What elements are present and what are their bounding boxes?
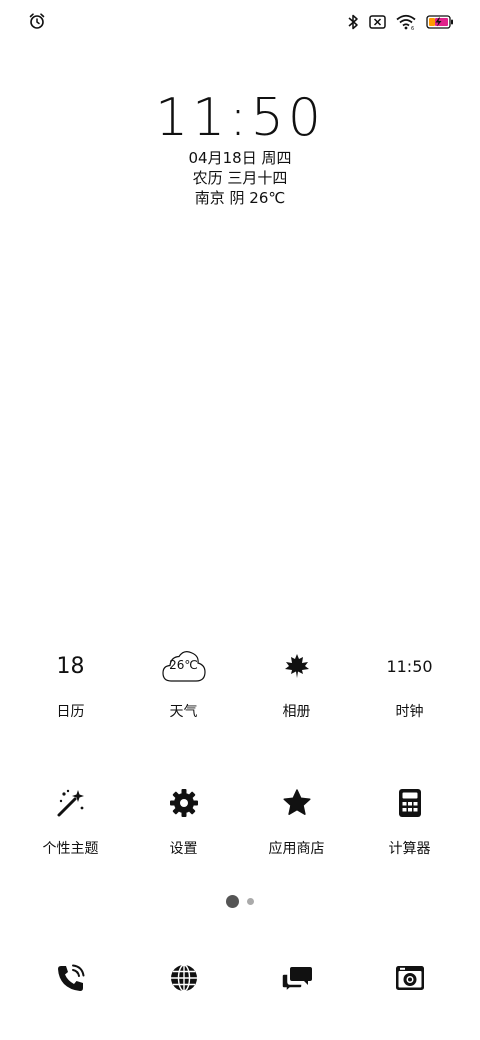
page-indicator[interactable] — [0, 895, 480, 908]
weather-cloud-icon: 26℃ — [127, 638, 240, 694]
page-dot-active[interactable] — [226, 895, 239, 908]
clock-widget[interactable]: 11:50 04月18日 周四 农历 三月十四 南京 阴 26℃ — [0, 88, 480, 208]
weather-temp-text: 26℃ — [169, 658, 198, 672]
app-label: 天气 — [169, 704, 198, 720]
app-label: 时钟 — [395, 704, 424, 720]
clock-lunar-date: 农历 三月十四 — [192, 169, 288, 187]
app-calendar[interactable]: 18 日历 — [14, 638, 127, 775]
bluetooth-icon — [347, 13, 359, 31]
app-calculator[interactable]: 计算器 — [353, 775, 466, 912]
calendar-day-text: 18 — [56, 653, 85, 679]
svg-text:6: 6 — [411, 26, 414, 30]
dock-phone[interactable] — [14, 950, 127, 1006]
globe-icon — [127, 950, 240, 1006]
app-store[interactable]: 应用商店 — [240, 775, 353, 912]
status-bar: 6 — [0, 0, 480, 44]
app-row-1: 18 日历 26℃ 天气 相册 11:50 时钟 — [0, 638, 480, 775]
app-grid: 18 日历 26℃ 天气 相册 11:50 时钟 个性主题 设置 应用商店 计算… — [0, 638, 480, 912]
clock-icon: 11:50 — [353, 638, 466, 694]
app-label: 日历 — [56, 704, 85, 720]
phone-icon — [14, 950, 127, 1006]
app-label: 设置 — [169, 841, 198, 857]
dock-browser[interactable] — [127, 950, 240, 1006]
dock-camera[interactable] — [353, 950, 466, 1006]
app-clock[interactable]: 11:50 时钟 — [353, 638, 466, 775]
camera-icon — [353, 950, 466, 1006]
dock — [14, 950, 466, 1006]
gear-icon — [127, 775, 240, 831]
clock-weather: 南京 阴 26℃ — [194, 189, 286, 207]
maple-leaf-icon — [240, 638, 353, 694]
alarm-icon — [28, 12, 46, 30]
page-dot[interactable] — [247, 898, 254, 905]
clock-date: 04月18日 周四 — [188, 149, 292, 167]
app-label: 计算器 — [388, 841, 431, 857]
battery-charging-icon — [426, 15, 454, 29]
clock-icon-time: 11:50 — [386, 656, 433, 676]
app-label: 应用商店 — [268, 841, 325, 857]
clock-time: 11:50 — [155, 88, 325, 148]
app-row-2: 个性主题 设置 应用商店 计算器 — [0, 775, 480, 912]
star-icon — [240, 775, 353, 831]
calendar-icon: 18 — [14, 638, 127, 694]
app-gallery[interactable]: 相册 — [240, 638, 353, 775]
app-weather[interactable]: 26℃ 天气 — [127, 638, 240, 775]
messages-icon — [240, 950, 353, 1006]
sim-off-icon — [369, 15, 386, 29]
magic-wand-icon — [14, 775, 127, 831]
app-settings[interactable]: 设置 — [127, 775, 240, 912]
app-label: 相册 — [282, 704, 311, 720]
app-label: 个性主题 — [42, 841, 99, 857]
app-themes[interactable]: 个性主题 — [14, 775, 127, 912]
dock-messages[interactable] — [240, 950, 353, 1006]
wifi-icon: 6 — [396, 14, 416, 30]
calculator-icon — [353, 775, 466, 831]
